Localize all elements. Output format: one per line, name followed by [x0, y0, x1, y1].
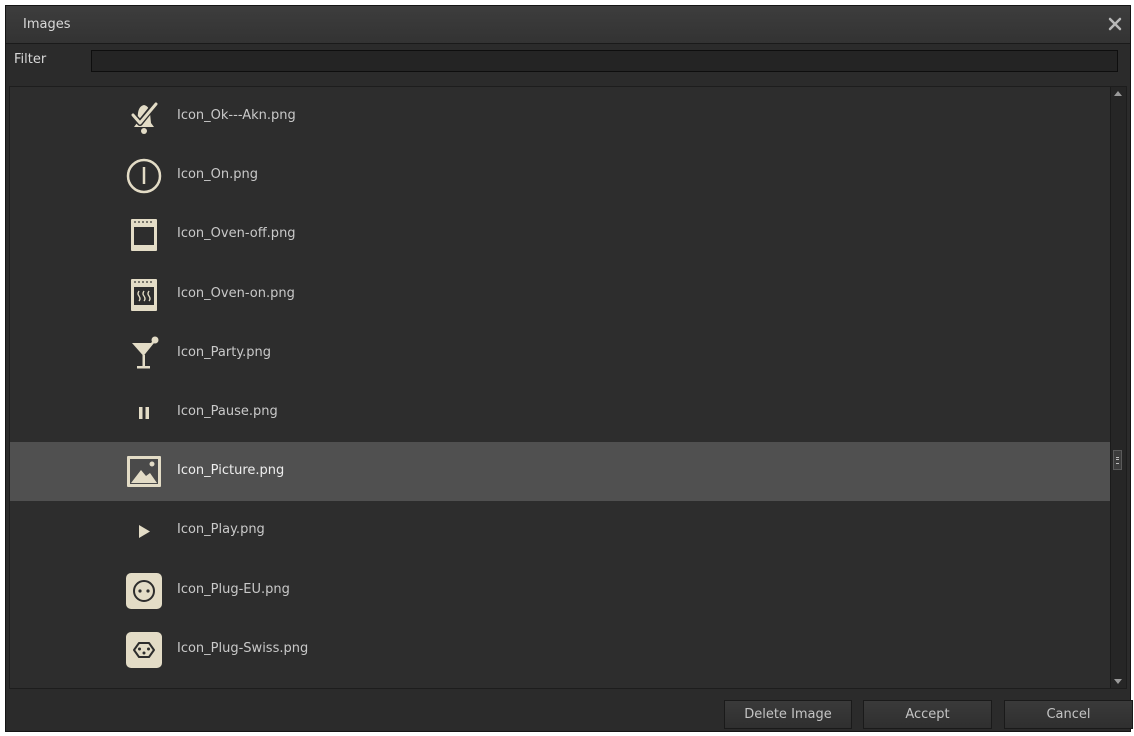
- list-item-label: Icon_Play.png: [177, 522, 265, 538]
- dialog-footer: Delete Image Accept Cancel: [6, 692, 1133, 731]
- list-item[interactable]: Icon_Oven-off.png: [10, 205, 1110, 264]
- oven-off-icon: [124, 215, 164, 255]
- cocktail-icon: [124, 334, 164, 374]
- list-item-label: Icon_Ok---Akn.png: [177, 108, 296, 123]
- delete-image-button[interactable]: Delete Image: [724, 700, 852, 729]
- filter-label: Filter: [14, 52, 47, 67]
- bell-check-icon: [124, 97, 164, 137]
- list-item-label: Icon_Picture.png: [177, 463, 285, 479]
- list-item[interactable]: Icon_Plug-EU.png: [10, 561, 1110, 620]
- scroll-up-arrow-icon[interactable]: [1114, 91, 1122, 96]
- list-item-label: Icon_Party.png: [177, 344, 272, 360]
- oven-on-icon: [124, 275, 164, 315]
- picture-icon: [124, 452, 164, 492]
- dialog-title: Images: [23, 17, 71, 32]
- list-item[interactable]: Icon_Oven-on.png: [10, 265, 1110, 324]
- list-item[interactable]: Icon_On.png: [10, 146, 1110, 205]
- list-item[interactable]: Icon_Picture.png: [10, 442, 1110, 502]
- plug-swiss-icon: [124, 630, 164, 670]
- scroll-down-arrow-icon[interactable]: [1114, 679, 1122, 684]
- image-list: Icon_Ok---Akn.png Icon_On.png Icon_Oven-…: [9, 86, 1127, 689]
- pause-icon: [124, 393, 164, 433]
- list-item[interactable]: Icon_Party.png: [10, 324, 1110, 383]
- accept-button[interactable]: Accept: [863, 700, 992, 729]
- play-icon: [124, 511, 164, 551]
- list-item-label: Icon_On.png: [177, 167, 259, 183]
- filter-input[interactable]: [91, 50, 1118, 72]
- list-item-label: Icon_Plug-EU.png: [177, 581, 290, 597]
- title-bar: Images: [6, 6, 1130, 44]
- list-item-label: Icon_Oven-off.png: [177, 226, 296, 242]
- scrollbar-thumb[interactable]: [1113, 450, 1122, 470]
- list-item[interactable]: Icon_Ok---Akn.png: [10, 87, 1110, 146]
- plug-eu-icon: [124, 571, 164, 611]
- images-dialog: Images Filter Icon_Ok---Akn.png Icon_On.…: [5, 5, 1133, 732]
- list-item-label: Icon_Plug-Swiss.png: [177, 640, 309, 656]
- vertical-scrollbar[interactable]: [1110, 87, 1126, 688]
- list-item[interactable]: Icon_Plug-Swiss.png: [10, 620, 1110, 679]
- close-icon[interactable]: [1105, 14, 1125, 34]
- cancel-button[interactable]: Cancel: [1004, 700, 1133, 729]
- power-on-icon: [124, 156, 164, 196]
- image-list-items: Icon_Ok---Akn.png Icon_On.png Icon_Oven-…: [10, 87, 1110, 679]
- filter-row: Filter: [6, 44, 1130, 82]
- list-item-label: Icon_Oven-on.png: [177, 285, 295, 301]
- list-item[interactable]: Icon_Play.png: [10, 501, 1110, 560]
- list-item-label: Icon_Pause.png: [177, 403, 278, 419]
- list-item[interactable]: Icon_Pause.png: [10, 383, 1110, 442]
